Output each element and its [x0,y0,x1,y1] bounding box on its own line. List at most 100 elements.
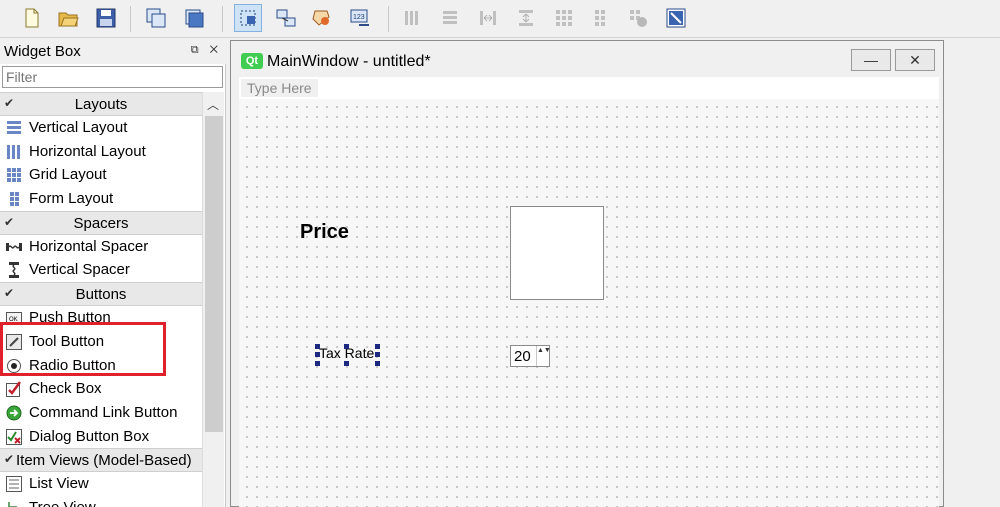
vertical-spacer-icon [9,262,19,279]
widget-item-label: Horizontal Layout [29,142,146,160]
widget-item-tool-button[interactable]: Tool Button [0,330,202,354]
category-item-views[interactable]: ✔ Item Views (Model-Based) [0,448,202,473]
filter-input[interactable] [2,66,223,88]
widget-box-scrollbar[interactable]: ︿ [202,92,224,507]
widget-item-dialog-button-box[interactable]: Dialog Button Box [0,425,202,449]
widget-item-label: Tree View [29,499,96,507]
widget-item-label: Vertical Layout [29,119,128,136]
chevron-down-icon: ✔ [4,452,15,467]
widget-item-label: Check Box [29,380,102,398]
mdi-background [944,40,1000,507]
form-canvas[interactable]: Price Tax Rate 20 ▲▼ [239,99,939,507]
svg-text:OK: OK [9,317,18,323]
layout-horizontal-splitter-icon[interactable] [474,4,502,32]
scrollbar-thumb[interactable] [205,116,223,432]
edit-signals-icon[interactable] [272,4,300,32]
widget-item-check-box[interactable]: Check Box [0,377,202,401]
minimize-button[interactable]: — [851,49,891,71]
category-label: Item Views (Model-Based) [16,452,192,470]
price-label[interactable]: Price [300,221,349,244]
widget-item-label: Vertical Spacer [29,261,130,279]
command-link-icon [6,405,22,421]
layout-horizontal-icon[interactable] [398,4,426,32]
selection-handle[interactable] [375,361,380,366]
widget-item-radio-button[interactable]: Radio Button [0,354,202,378]
widget-item-grid-layout[interactable]: Grid Layout [0,163,202,187]
widget-item-command-link-button[interactable]: Command Link Button [0,401,202,425]
category-label: Layouts [74,96,128,113]
dialog-button-box-icon [6,428,22,445]
widget-item-label: Grid Layout [29,166,107,184]
close-button[interactable]: ✕ [895,49,935,71]
selection-handle[interactable] [344,361,349,366]
widget-item-tree-view[interactable]: Tree View [0,496,202,507]
edit-paste-icon[interactable] [180,4,208,32]
radio-button-icon [7,358,21,373]
widget-item-label: List View [29,475,89,493]
break-layout-icon[interactable] [624,4,652,32]
selection-handle[interactable] [315,352,320,357]
main-toolbar: 123 [0,0,1000,38]
form-layout-icon [10,192,19,207]
layout-form-icon[interactable] [586,4,614,32]
selection-handle[interactable] [315,361,320,366]
widget-item-vertical-spacer[interactable]: Vertical Spacer [0,258,202,282]
layout-grid-icon[interactable] [550,4,578,32]
widget-list: ✔ Layouts Vertical Layout Horizontal Lay… [0,92,202,507]
widget-item-horizontal-spacer[interactable]: Horizontal Spacer [0,235,202,259]
main-window-form: Qt MainWindow - untitled* — ✕ Type Here … [230,40,944,507]
check-box-icon [6,381,22,398]
widget-box-title-text: Widget Box [4,43,81,60]
designer-root: 123 Widget Box ⧉ ✕ Filter ✔ Layouts Vert… [0,0,1000,507]
tree-view-icon [8,501,17,507]
category-buttons[interactable]: ✔ Buttons [0,282,202,307]
save-icon[interactable] [92,4,120,32]
dock-buttons[interactable]: ⧉ ✕ [191,44,222,57]
new-file-icon[interactable] [18,4,46,32]
category-spacers[interactable]: ✔ Spacers [0,210,202,235]
widget-item-label: Tool Button [29,332,105,350]
select-widgets-icon[interactable] [234,4,262,32]
widget-item-label: Radio Button [29,356,116,374]
widget-item-label: Horizontal Spacer [29,237,149,255]
vertical-layout-icon [7,121,21,134]
spinbox-arrows-icon[interactable]: ▲▼ [536,346,551,366]
widget-box-panel: Widget Box ⧉ ✕ ✔ Layouts Vertical Layout… [0,40,226,507]
open-folder-icon[interactable] [54,4,82,32]
push-button-icon: OK [6,312,22,325]
category-label: Spacers [73,214,129,232]
grid-layout-icon [7,168,21,183]
chevron-up-icon[interactable]: ︿ [207,96,219,113]
selection-handle[interactable] [344,344,349,349]
menu-type-here[interactable]: Type Here [241,79,318,97]
window-title-bar: Qt MainWindow - untitled* — ✕ [231,41,943,75]
widget-item-label: Command Link Button [29,403,178,421]
widget-box-title: Widget Box ⧉ ✕ [0,40,226,64]
edit-copy-icon[interactable] [142,4,170,32]
edit-buddies-icon[interactable] [308,4,336,32]
category-layouts[interactable]: ✔ Layouts [0,92,202,116]
tool-button-icon [6,333,22,350]
qt-logo-icon: Qt [241,53,263,69]
horizontal-spacer-icon [6,242,22,251]
window-title: MainWindow - untitled* [267,53,431,70]
widget-item-vertical-layout[interactable]: Vertical Layout [0,116,202,140]
spinbox-value: 20 [514,348,531,365]
selection-handle[interactable] [315,344,320,349]
edit-tab-order-icon[interactable]: 123 [346,4,374,32]
widget-item-list-view[interactable]: List View [0,472,202,496]
widget-item-form-layout[interactable]: Form Layout [0,187,202,211]
price-display-box[interactable] [510,206,604,300]
adjust-size-icon[interactable] [662,4,690,32]
selection-handle[interactable] [375,344,380,349]
svg-text:123: 123 [353,14,365,21]
tax-rate-spinbox[interactable]: 20 ▲▼ [510,345,551,367]
category-label: Buttons [75,286,127,304]
widget-item-label: Push Button [29,309,111,327]
horizontal-layout-icon [7,144,20,159]
layout-vertical-icon[interactable] [436,4,464,32]
widget-item-horizontal-layout[interactable]: Horizontal Layout [0,140,202,164]
layout-vertical-splitter-icon[interactable] [512,4,540,32]
selection-handle[interactable] [375,352,380,357]
widget-item-push-button[interactable]: OK Push Button [0,306,202,330]
